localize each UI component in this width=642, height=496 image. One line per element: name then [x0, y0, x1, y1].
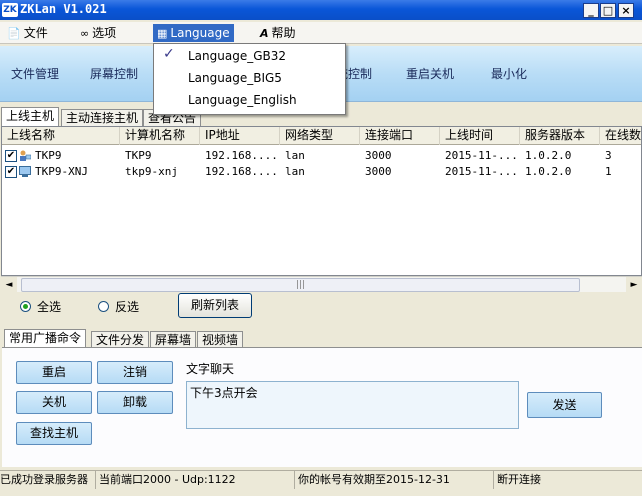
cell-computer: TKP9 — [125, 149, 152, 162]
file-manage-button[interactable]: 文件管理 — [11, 65, 59, 82]
grid-header: 上线名称 计算机名称 IP地址 网络类型 连接端口 上线时间 服务器版本 在线数 — [2, 127, 641, 145]
menu-file-label: 文件 — [23, 26, 48, 40]
table-row[interactable]: ✔ TKP9-XNJ tkp9-xnj 192.168.... lan 3000… — [2, 164, 641, 180]
scroll-left-button[interactable]: ◄ — [1, 277, 17, 293]
menu-options[interactable]: ∞ 选项 — [76, 24, 120, 42]
shutdown-button[interactable]: 关机 — [16, 391, 92, 414]
window-title: ZKLan V1.021 — [20, 2, 107, 16]
scroll-thumb[interactable]: ||| — [21, 278, 580, 292]
cell-online: 1 — [605, 165, 612, 178]
menu-language[interactable]: ▦ Language — [153, 24, 234, 42]
row-checkbox[interactable]: ✔ — [5, 166, 17, 178]
language-english-option[interactable]: Language_English — [154, 89, 345, 111]
horizontal-scrollbar[interactable]: ◄ ||| ► — [1, 276, 642, 293]
cell-version: 1.0.2.0 — [525, 165, 572, 178]
maximize-button[interactable]: □ — [600, 3, 616, 18]
restart-shutdown-button[interactable]: 重启关机 — [406, 65, 454, 82]
scroll-right-button[interactable]: ► — [626, 277, 642, 293]
cell-port: 3000 — [365, 149, 392, 162]
select-all-label: 全选 — [37, 300, 62, 314]
cell-version: 1.0.2.0 — [525, 149, 572, 162]
status-bar: 已成功登录服务器 当前端口2000 - Udp:1122 你的帐号有效期至201… — [0, 470, 642, 489]
menu-options-label: 选项 — [92, 26, 117, 40]
find-host-button[interactable]: 查找主机 — [16, 422, 92, 445]
logout-button[interactable]: 注销 — [97, 361, 173, 384]
cell-ip: 192.168.... — [205, 149, 278, 162]
language-dropdown: ✓ Language_GB32 Language_BIG5 Language_E… — [153, 43, 346, 115]
cell-port: 3000 — [365, 165, 392, 178]
menu-bar: 📄 文件 ∞ 选项 ▦ Language A 帮助 — [0, 22, 642, 44]
screen-control-button[interactable]: 屏幕控制 — [90, 65, 138, 82]
select-all-radio[interactable]: 全选 — [20, 298, 61, 315]
cell-ip: 192.168.... — [205, 165, 278, 178]
status-login: 已成功登录服务器 — [0, 471, 96, 489]
invert-select-label: 反选 — [115, 300, 140, 314]
chat-label: 文字聊天 — [186, 362, 235, 376]
document-icon: 📄 — [7, 27, 21, 40]
col-computer-name[interactable]: 计算机名称 — [120, 127, 200, 145]
radio-dot-selected — [20, 301, 31, 312]
host-grid[interactable]: 上线名称 计算机名称 IP地址 网络类型 连接端口 上线时间 服务器版本 在线数… — [1, 126, 642, 276]
col-server-version[interactable]: 服务器版本 — [520, 127, 600, 145]
cell-time: 2015-11-... — [445, 149, 518, 162]
restart-button[interactable]: 重启 — [16, 361, 92, 384]
cell-computer: tkp9-xnj — [125, 165, 178, 178]
tab-active-hosts[interactable]: 主动连接主机 — [61, 109, 144, 127]
tab-broadcast-commands[interactable]: 常用广播命令 — [4, 329, 87, 349]
status-expiry: 你的帐号有效期至2015-12-31 — [296, 471, 494, 489]
menu-language-label: Language — [170, 26, 230, 40]
send-button[interactable]: 发送 — [527, 392, 602, 418]
tab-online-hosts[interactable]: 上线主机 — [1, 107, 60, 127]
app-logo-icon: ZK — [2, 3, 18, 17]
col-online-count[interactable]: 在线数 — [600, 127, 641, 145]
language-icon: ▦ — [157, 27, 168, 40]
table-row[interactable]: ✔ TKP9 TKP9 192.168.... lan 3000 2015-11… — [2, 148, 641, 164]
cell-name: TKP9 — [35, 149, 62, 162]
glasses-icon: ∞ — [80, 27, 90, 40]
status-port: 当前端口2000 - Udp:1122 — [97, 471, 295, 489]
cell-time: 2015-11-... — [445, 165, 518, 178]
radio-dot — [98, 301, 109, 312]
refresh-list-button[interactable]: 刷新列表 — [178, 293, 252, 318]
col-port[interactable]: 连接端口 — [360, 127, 440, 145]
row-checkbox[interactable]: ✔ — [5, 150, 17, 162]
language-gb32-option[interactable]: Language_GB32 — [154, 45, 345, 67]
col-net-type[interactable]: 网络类型 — [280, 127, 360, 145]
col-ip[interactable]: IP地址 — [200, 127, 280, 145]
menu-file[interactable]: 📄 文件 — [3, 24, 52, 42]
menu-help[interactable]: A 帮助 — [256, 24, 300, 42]
font-help-icon: A — [260, 27, 269, 40]
invert-select-radio[interactable]: 反选 — [98, 298, 139, 315]
uninstall-button[interactable]: 卸载 — [97, 391, 173, 414]
close-button[interactable]: × — [618, 3, 634, 18]
title-bar[interactable]: ZK ZKLan V1.021 _ □ × — [0, 0, 642, 20]
cell-net: lan — [285, 149, 305, 162]
col-online-time[interactable]: 上线时间 — [440, 127, 520, 145]
minimize-tray-button[interactable]: 最小化 — [491, 65, 527, 82]
language-big5-option[interactable]: Language_BIG5 — [154, 67, 345, 89]
menu-help-label: 帮助 — [271, 26, 296, 40]
status-connection: 断开连接 — [497, 473, 541, 486]
cell-online: 3 — [605, 149, 612, 162]
cell-name: TKP9-XNJ — [35, 165, 88, 178]
col-online-name[interactable]: 上线名称 — [2, 127, 120, 145]
chat-message-input[interactable]: 下午3点开会 — [186, 381, 519, 429]
minimize-button[interactable]: _ — [583, 3, 599, 18]
cell-net: lan — [285, 165, 305, 178]
